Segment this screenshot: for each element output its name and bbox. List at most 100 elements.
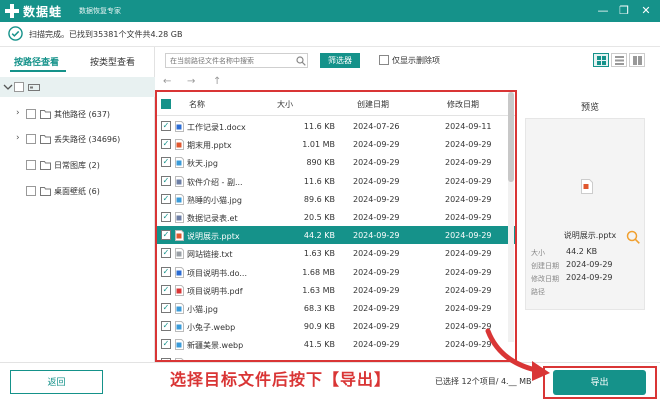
table-row[interactable]: ✓ 熟睡的小猫.jpg 89.6 KB 2024-09-29 2024-09-29 (157, 190, 515, 208)
tree-item-desktop-wallpaper[interactable]: 桌面壁纸 (6) (0, 182, 155, 202)
back-button[interactable]: 返回 (10, 370, 103, 394)
tab-by-type[interactable]: 按类型查看 (90, 55, 135, 68)
tree-root[interactable] (0, 77, 155, 97)
table-row[interactable]: ✓ 项目说明书.pdf 1.63 MB 2024-09-29 2024-09-29 (157, 281, 515, 299)
expand-arrow-icon[interactable] (3, 82, 13, 92)
view-tabs: 按路径查看 按类型查看 (0, 47, 155, 74)
column-size[interactable]: 大小 (277, 99, 293, 110)
row-checkbox[interactable]: ✓ (161, 248, 171, 259)
table-row[interactable]: ✓ 秋天.jpg 890 KB 2024-09-29 2024-09-29 (157, 153, 515, 171)
close-icon[interactable]: ✕ (637, 2, 655, 20)
root-checkbox[interactable] (14, 82, 24, 92)
tree-item-checkbox[interactable] (26, 186, 36, 196)
file-created: 2024-07-26 (353, 122, 400, 131)
file-name: 秋天.jpg (187, 159, 218, 169)
select-all-checkbox[interactable] (161, 99, 171, 109)
file-size: 41.5 KB (303, 340, 335, 350)
tree-item-checkbox[interactable] (26, 134, 36, 144)
forward-arrow-icon[interactable]: → (187, 76, 195, 87)
file-type-icon (175, 193, 184, 205)
folder-icon (40, 135, 51, 144)
preview-file-name: 说明展示.pptx (563, 231, 617, 240)
back-arrow-icon[interactable]: ← (163, 76, 171, 87)
file-modified: 2024-09-29 (445, 285, 492, 295)
table-row[interactable]: ✓ 期末用.pptx 1.01 MB 2024-09-29 2024-09-29 (157, 135, 515, 153)
grid-view-icon (597, 56, 606, 65)
file-modified: 2024-09-29 (445, 304, 492, 313)
maximize-icon[interactable]: ❐ (615, 2, 633, 20)
expand-arrow-icon[interactable]: › (16, 133, 20, 143)
file-created: 2024-09-29 (353, 213, 400, 222)
search-icon[interactable] (296, 56, 306, 66)
export-button[interactable]: 导出 (553, 370, 646, 395)
column-modified[interactable]: 修改日期 (447, 99, 479, 110)
table-row[interactable]: ✓ 软件介绍 - 副... 11.6 KB 2024-09-29 2024-09-29 (157, 172, 515, 190)
table-row[interactable]: ✓ 新疆美景.webp 41.5 KB 2024-09-29 2024-09-29 (157, 335, 515, 353)
file-name: 项目说明书.do... (187, 268, 248, 278)
row-checkbox[interactable]: ✓ (161, 193, 171, 204)
expand-arrow-icon[interactable]: › (16, 108, 20, 118)
file-size: 20.5 KB (303, 213, 335, 222)
row-checkbox[interactable]: ✓ (161, 121, 171, 131)
file-size: 1.63 KB (303, 249, 335, 259)
table-row[interactable]: ✓星空.webp_6 KB2024-09-292024-09-29 (157, 354, 515, 360)
preview-size-label: 大小 (531, 249, 545, 257)
scrollbar-thumb[interactable] (508, 92, 514, 182)
table-row[interactable]: ✓ 小兔子.webp 90.9 KB 2024-09-29 2024-09-29 (157, 317, 515, 335)
pointer-arrow-icon (485, 328, 550, 381)
list-view-button[interactable] (611, 53, 627, 67)
file-created: 2024-09-29 (353, 304, 400, 313)
tree-item-other-paths[interactable]: › 其他路径 (637) (0, 105, 155, 125)
row-checkbox[interactable]: ✓ (161, 321, 171, 332)
preview-title: 预览 (580, 103, 599, 113)
tree-item-lost-paths[interactable]: › 丢失路径 (34696) (0, 130, 155, 150)
row-checkbox[interactable]: ✓ (161, 212, 171, 222)
column-created[interactable]: 创建日期 (357, 99, 389, 110)
row-checkbox[interactable]: ✓ (161, 230, 171, 241)
tree-item-daily-gallery[interactable]: 日常图库 (2) (0, 156, 155, 176)
file-name: 工作记录1.docx (187, 123, 246, 132)
minimize-icon[interactable]: — (594, 2, 612, 20)
column-name[interactable]: 名称 (189, 99, 205, 110)
row-checkbox[interactable]: ✓ (161, 139, 171, 150)
tree-item-checkbox[interactable] (26, 160, 36, 170)
search-input[interactable] (165, 53, 308, 68)
file-modified: 2024-09-29 (445, 194, 492, 204)
file-type-icon (175, 230, 184, 242)
row-checkbox[interactable]: ✓ (161, 157, 171, 168)
toolbar: 筛选器 仅显示删除项 (155, 47, 660, 74)
file-created: 2024-09-29 (353, 140, 400, 150)
table-header: 名称 大小 创建日期 修改日期 (157, 92, 515, 116)
tree-item-label: 桌面壁纸 (6) (54, 187, 100, 196)
instruction-caption: 选择目标文件后按下【导出】 (170, 370, 392, 389)
file-size: 1.63 MB (302, 285, 335, 295)
only-deleted-checkbox[interactable] (379, 55, 389, 65)
detail-view-button[interactable] (629, 53, 645, 67)
filter-button[interactable]: 筛选器 (320, 53, 360, 68)
table-row[interactable]: ✓ 说明展示.pptx 44.2 KB 2024-09-29 2024-09-29 (157, 226, 515, 245)
check-circle-icon (8, 26, 23, 41)
table-row[interactable]: ✓ 网站链接.txt 1.63 KB 2024-09-29 2024-09-29 (157, 244, 515, 262)
row-checkbox[interactable]: ✓ (161, 339, 171, 350)
tab-by-path[interactable]: 按路径查看 (14, 55, 59, 68)
row-checkbox[interactable]: ✓ (161, 266, 171, 277)
up-arrow-icon[interactable]: ↑ (213, 76, 221, 87)
scan-status-text: 扫描完成。已找到35381个文件共4.28 GB (29, 30, 183, 39)
table-row[interactable]: ✓ 工作记录1.docx 11.6 KB 2024-07-26 2024-09-11 (157, 117, 515, 135)
file-modified: 2024-09-29 (445, 249, 492, 259)
tree-item-checkbox[interactable] (26, 109, 36, 119)
row-checkbox[interactable]: ✓ (161, 175, 171, 186)
row-checkbox[interactable]: ✓ (161, 303, 171, 313)
file-type-icon (175, 339, 184, 351)
file-type-icon (175, 321, 184, 333)
file-size: 1.68 MB (302, 267, 335, 277)
vertical-scrollbar[interactable] (508, 92, 514, 342)
file-modified: 2024-09-11 (445, 122, 492, 131)
folder-icon (40, 161, 51, 170)
table-row[interactable]: ✓ 小猫.jpg 68.3 KB 2024-09-29 2024-09-29 (157, 299, 515, 317)
row-checkbox[interactable]: ✓ (161, 284, 171, 295)
table-row[interactable]: ✓ 项目说明书.do... 1.68 MB 2024-09-29 2024-09-29 (157, 263, 515, 281)
grid-view-button[interactable] (593, 53, 609, 67)
folder-icon (40, 187, 51, 196)
table-row[interactable]: ✓ 数据记录表.et 20.5 KB 2024-09-29 2024-09-29 (157, 208, 515, 226)
